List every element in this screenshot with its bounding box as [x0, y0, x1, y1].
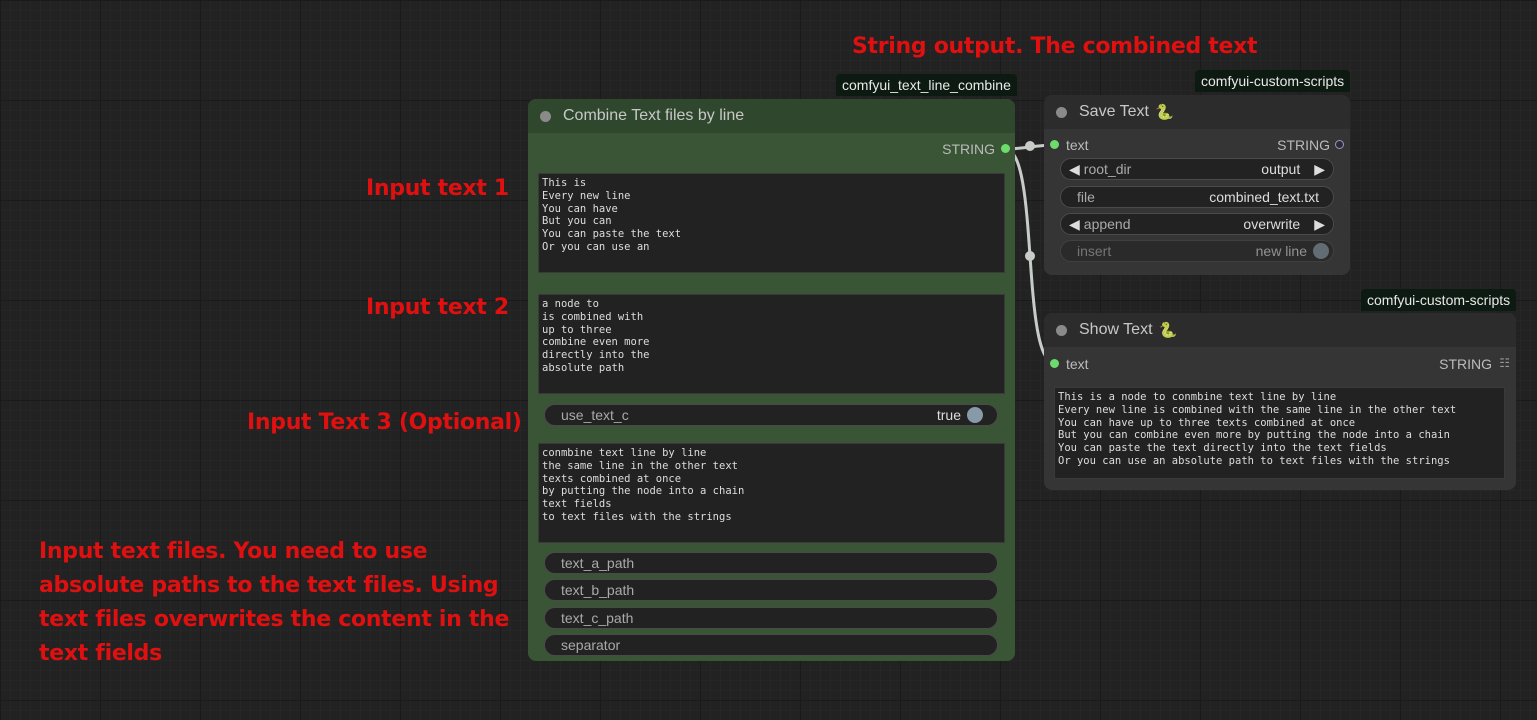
collapse-dot-icon[interactable] [540, 110, 551, 122]
save-text-node[interactable]: Save Text 🐍 text STRING ◀ root_dir outpu… [1044, 95, 1350, 275]
insert-toggle[interactable]: insert new line [1060, 240, 1334, 262]
append-label: append [1083, 216, 1131, 232]
annotation-line: Input text files. You need to use [39, 539, 428, 564]
text-b-path-field[interactable]: text_b_path [544, 579, 998, 601]
save-output-string-label: STRING [1277, 137, 1330, 153]
save-input-text-slot[interactable] [1050, 140, 1059, 149]
combine-node-source-tag: comfyui_text_line_combine [836, 74, 1017, 96]
combine-node-title-bar[interactable]: Combine Text files by line [528, 99, 1015, 133]
arrow-left-icon[interactable]: ◀ [1069, 216, 1080, 233]
annotation-line: text fields [39, 641, 162, 666]
file-value: combined_text.txt [1209, 189, 1319, 205]
toggle-knob-icon [967, 407, 983, 423]
annotation-input-text-1: Input text 1 [366, 176, 509, 201]
show-node-source-tag: comfyui-custom-scripts [1361, 289, 1517, 311]
combine-text-node[interactable]: Combine Text files by line STRING This i… [528, 99, 1015, 661]
arrow-left-icon[interactable]: ◀ [1069, 161, 1080, 178]
text-b-field[interactable]: a node to is combined with up to three c… [538, 294, 1005, 394]
snake-icon: 🐍 [1158, 322, 1178, 339]
show-node-title: Show Text [1079, 321, 1153, 338]
link-midpoint [1025, 251, 1035, 261]
file-field[interactable]: file combined_text.txt [1060, 186, 1334, 208]
save-node-title: Save Text [1079, 103, 1149, 120]
append-value: overwrite [1243, 216, 1301, 232]
toggle-knob-icon [1313, 243, 1329, 259]
annotation-string-output: String output. The combined text [852, 34, 1258, 59]
text-a-path-field[interactable]: text_a_path [544, 552, 998, 574]
combine-node-title: Combine Text files by line [563, 107, 745, 124]
use-text-c-value: true [936, 407, 961, 423]
show-output-string-label: STRING [1439, 356, 1492, 372]
root-dir-combo[interactable]: ◀ root_dir output ▶ [1060, 158, 1334, 180]
show-text-output: This is a node to conmbine text line by … [1054, 387, 1505, 479]
output-string-slot[interactable] [1001, 144, 1010, 153]
separator-label: separator [561, 637, 621, 653]
insert-value: new line [1255, 243, 1307, 259]
use-text-c-label: use_text_c [561, 407, 629, 423]
save-output-string-slot[interactable] [1335, 140, 1344, 149]
show-input-text-slot[interactable] [1050, 359, 1059, 368]
annotation-input-text-3: Input Text 3 (Optional) [247, 410, 522, 435]
arrow-right-icon[interactable]: ▶ [1314, 216, 1325, 233]
show-input-text-label: text [1066, 356, 1089, 372]
separator-field[interactable]: separator [544, 634, 998, 656]
annotation-line: absolute paths to the text files. Using [39, 573, 499, 598]
show-node-title-bar[interactable]: Show Text 🐍 [1044, 313, 1516, 347]
root-dir-value: output [1261, 161, 1301, 177]
text-b-path-label: text_b_path [561, 582, 635, 598]
annotation-input-files: Input text files. You need to use absolu… [39, 535, 509, 671]
collapse-dot-icon[interactable] [1056, 324, 1067, 336]
file-label: file [1077, 189, 1095, 205]
text-a-field[interactable]: This is Every new line You can have But … [538, 173, 1005, 273]
show-text-node[interactable]: Show Text 🐍 text STRING ☷ This is a node… [1044, 313, 1516, 490]
annotation-input-text-2: Input text 2 [366, 295, 509, 320]
text-c-path-field[interactable]: text_c_path [544, 607, 998, 629]
text-c-path-label: text_c_path [561, 610, 634, 626]
snake-icon: 🐍 [1154, 104, 1174, 121]
output-string-label: STRING [942, 141, 995, 157]
use-text-c-toggle[interactable]: use_text_c true [544, 404, 998, 426]
text-c-field[interactable]: conmbine text line by line the same line… [538, 443, 1005, 543]
append-combo[interactable]: ◀ append overwrite ▶ [1060, 213, 1334, 235]
root-dir-label: root_dir [1083, 161, 1132, 177]
insert-label: insert [1077, 243, 1112, 259]
collapse-dot-icon[interactable] [1056, 106, 1067, 118]
save-node-title-bar[interactable]: Save Text 🐍 [1044, 95, 1350, 129]
save-input-text-label: text [1066, 137, 1089, 153]
grid-icon[interactable]: ☷ [1499, 356, 1510, 370]
annotation-line: text files overwrites the content in the [39, 607, 510, 632]
arrow-right-icon[interactable]: ▶ [1314, 161, 1325, 178]
save-node-source-tag: comfyui-custom-scripts [1195, 70, 1351, 92]
text-a-path-label: text_a_path [561, 555, 635, 571]
link-midpoint [1025, 141, 1035, 151]
